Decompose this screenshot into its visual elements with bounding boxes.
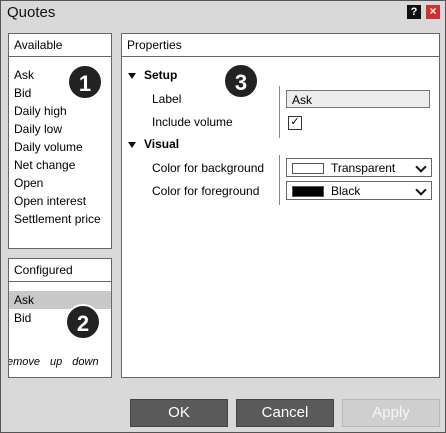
ok-button[interactable]: OK xyxy=(130,399,228,427)
visual-section-title: Visual xyxy=(144,137,180,151)
available-header: Available xyxy=(9,34,111,57)
available-item-open[interactable]: Open xyxy=(14,174,101,192)
available-item-daily-low[interactable]: Daily low xyxy=(14,120,101,138)
fg-color-value: Black xyxy=(331,184,361,198)
close-icon[interactable]: × xyxy=(426,5,440,19)
configured-item-ask[interactable]: Ask xyxy=(9,291,111,309)
expand-triangle-icon xyxy=(128,141,136,148)
include-volume-checkbox[interactable]: ✓ xyxy=(288,116,302,130)
label-input[interactable]: Ask xyxy=(286,90,430,108)
apply-button[interactable]: Apply xyxy=(342,399,440,427)
available-item-net-change[interactable]: Net change xyxy=(14,156,101,174)
bg-color-select[interactable]: Transparent xyxy=(286,158,432,177)
expand-triangle-icon xyxy=(128,72,136,79)
setup-separator xyxy=(279,86,280,138)
visual-section-toggle[interactable]: Visual xyxy=(128,137,179,151)
remove-link[interactable]: emove xyxy=(9,356,40,368)
chevron-down-icon xyxy=(415,161,427,173)
bg-color-label: Color for background xyxy=(152,161,265,175)
available-panel: Available Ask Bid Daily high Daily low D… xyxy=(8,33,112,249)
down-link[interactable]: down xyxy=(72,356,98,368)
quotes-dialog: Quotes ? × Available Ask Bid Daily high … xyxy=(0,0,446,433)
title-bar[interactable]: Quotes ? × xyxy=(1,1,445,26)
bg-color-swatch xyxy=(292,163,324,174)
up-link[interactable]: up xyxy=(50,356,62,368)
cancel-button[interactable]: Cancel xyxy=(236,399,334,427)
callout-badge-2: 2 xyxy=(65,304,101,340)
available-item-daily-volume[interactable]: Daily volume xyxy=(14,138,101,156)
window-title: Quotes xyxy=(7,4,56,21)
available-item-daily-high[interactable]: Daily high xyxy=(14,102,101,120)
include-volume-label: Include volume xyxy=(152,115,233,129)
callout-badge-3: 3 xyxy=(223,63,259,99)
setup-section-title: Setup xyxy=(144,68,178,82)
bg-color-value: Transparent xyxy=(331,161,396,175)
fg-color-select[interactable]: Black xyxy=(286,181,432,200)
configured-panel: Configured Ask Bid 2 emove up down xyxy=(8,258,112,378)
properties-panel: Properties Setup 3 Label Ask Include vol… xyxy=(121,33,440,378)
setup-section-toggle[interactable]: Setup xyxy=(128,68,177,82)
fg-color-swatch xyxy=(292,186,324,197)
available-item-settlement-price[interactable]: Settlement price xyxy=(14,210,101,228)
label-label: Label xyxy=(152,92,182,106)
chevron-down-icon xyxy=(415,184,427,196)
configured-actions: emove up down xyxy=(9,356,109,368)
help-icon[interactable]: ? xyxy=(407,5,421,19)
fg-color-label: Color for foreground xyxy=(152,184,260,198)
configured-header: Configured xyxy=(9,259,111,282)
visual-separator xyxy=(279,155,280,205)
callout-badge-1: 1 xyxy=(67,64,103,100)
available-item-open-interest[interactable]: Open interest xyxy=(14,192,101,210)
properties-header: Properties xyxy=(122,34,439,57)
